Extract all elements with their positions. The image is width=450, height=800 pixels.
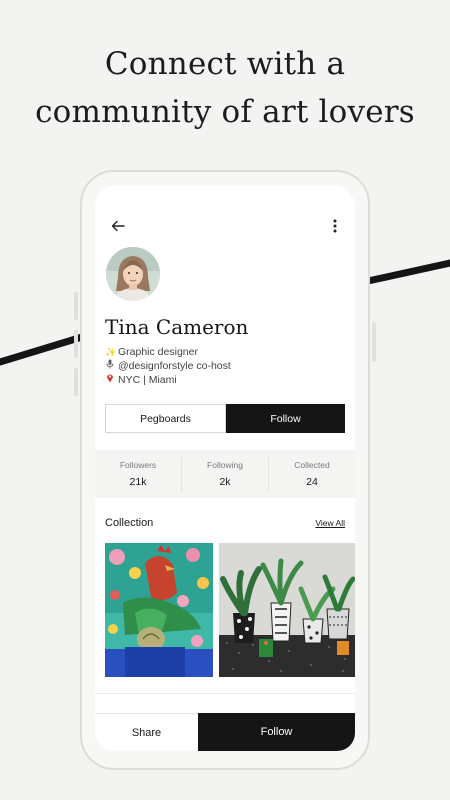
headline-line-1: Connect with a [104, 46, 346, 82]
bio-text: @designforstyle co-host [118, 360, 231, 372]
stat-value: 2k [219, 476, 231, 488]
stat-label: Followers [119, 460, 157, 470]
headline-line-2: community of art lovers [35, 94, 415, 130]
bio-line: @designforstyle co-host [105, 359, 231, 373]
view-all-link[interactable]: View All [315, 518, 345, 528]
headline: Connect with a community of art lovers [0, 40, 450, 136]
phone-side-button [74, 330, 78, 358]
phone-side-button [74, 368, 78, 396]
stat-value: 24 [306, 476, 318, 488]
stats-bar: Followers 21k Following 2k Collected 24 [95, 450, 355, 498]
collection-artwork[interactable] [105, 543, 213, 677]
microphone-icon [105, 359, 115, 373]
pin-icon [105, 373, 115, 387]
collection-title: Collection [105, 517, 154, 529]
bio-line: ✨ Graphic designer [105, 345, 231, 359]
phone-side-button [372, 322, 376, 362]
pegboards-button[interactable]: Pegboards [105, 404, 226, 433]
top-bar [105, 215, 345, 237]
artwork-image [105, 543, 213, 677]
stat-label: Following [207, 460, 243, 470]
phone-screen: Tina Cameron ✨ Graphic designer @designf… [95, 185, 355, 751]
profile-name: Tina Cameron [105, 315, 249, 339]
bio-text: NYC | Miami [118, 374, 177, 386]
stat-collected[interactable]: Collected 24 [269, 457, 355, 491]
phone-side-button [74, 292, 78, 320]
back-button[interactable] [107, 215, 129, 237]
profile-bio: ✨ Graphic designer @designforstyle co-ho… [105, 345, 231, 387]
follow-button[interactable]: Follow [226, 404, 345, 433]
avatar-portrait [106, 247, 160, 301]
profile-actions: Pegboards Follow [105, 404, 345, 433]
share-button[interactable]: Share [95, 713, 198, 751]
bio-text: Graphic designer [118, 346, 198, 358]
stat-following[interactable]: Following 2k [182, 457, 269, 491]
stat-value: 21k [129, 476, 147, 488]
collection-header: Collection View All [105, 517, 345, 531]
more-options-button[interactable] [327, 215, 343, 237]
bio-line: NYC | Miami [105, 373, 231, 387]
stat-followers[interactable]: Followers 21k [95, 457, 182, 491]
more-vertical-icon [333, 219, 337, 233]
arrow-left-icon [111, 220, 125, 232]
bottom-follow-button[interactable]: Follow [198, 713, 355, 751]
sparkles-icon: ✨ [105, 347, 117, 357]
avatar [106, 247, 160, 301]
stat-label: Collected [294, 460, 330, 470]
bottom-action-bar: Share Follow [95, 713, 355, 751]
divider [95, 693, 355, 694]
artwork-image [219, 543, 355, 677]
collection-artwork[interactable] [219, 543, 355, 677]
